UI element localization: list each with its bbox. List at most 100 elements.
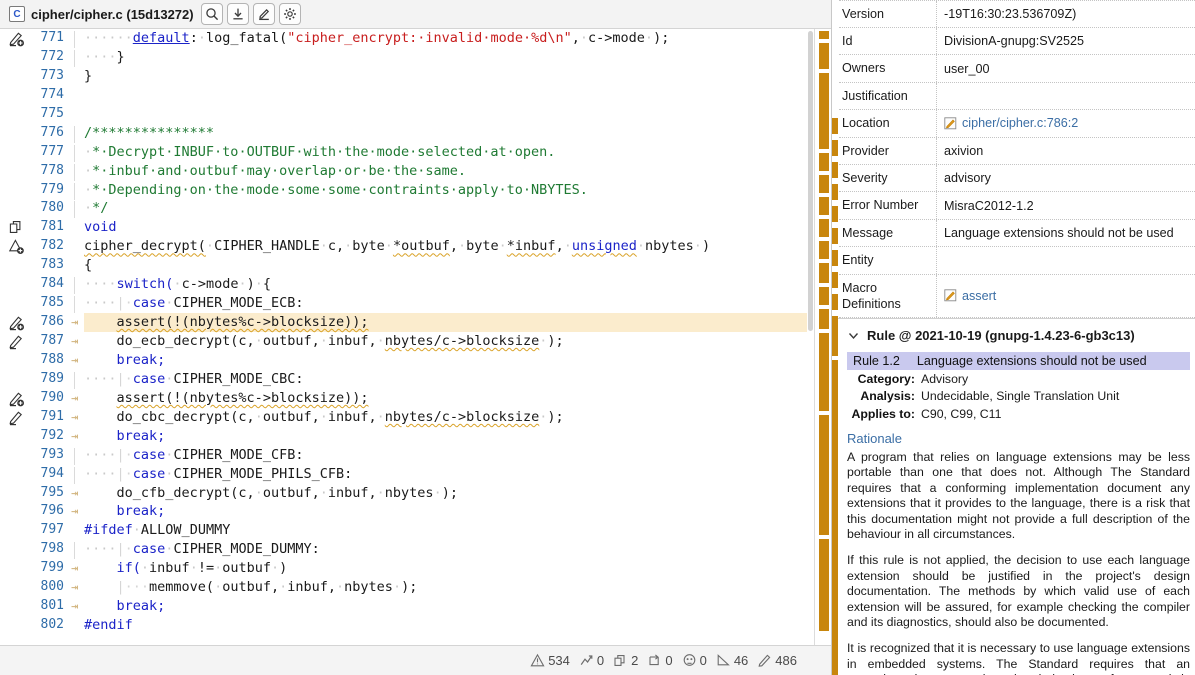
gutter-row[interactable] xyxy=(0,521,36,540)
fold-row[interactable] xyxy=(70,446,84,465)
annotation-minimap[interactable] xyxy=(814,29,831,645)
fold-row[interactable] xyxy=(70,162,84,181)
gutter-row[interactable] xyxy=(0,124,36,143)
property-value[interactable]: assert xyxy=(937,275,1195,317)
gutter-row[interactable] xyxy=(0,446,36,465)
fold-row[interactable] xyxy=(70,275,84,295)
minimap-marker[interactable] xyxy=(819,31,829,39)
fold-row[interactable] xyxy=(70,124,84,143)
gutter-row[interactable] xyxy=(0,578,36,597)
gutter-row[interactable] xyxy=(0,256,36,275)
gutter-row[interactable] xyxy=(0,67,36,86)
fold-row[interactable] xyxy=(70,237,84,256)
status-cycles[interactable]: 0 xyxy=(647,653,673,668)
status-defects[interactable]: 0 xyxy=(682,653,707,668)
code-area[interactable]: 771 772 773 774 775 776 777 778 779 780 781 782 783 7… xyxy=(0,29,831,645)
gutter-icon-column[interactable] xyxy=(0,29,36,645)
code-line[interactable]: } xyxy=(84,67,831,86)
gutter-row[interactable] xyxy=(0,218,36,237)
code-line[interactable]: ····switch(·c->mode·)·{ xyxy=(84,275,831,294)
gutter-row[interactable] xyxy=(0,162,36,181)
fold-row[interactable]: ⇥ xyxy=(70,559,84,578)
gutter-row[interactable] xyxy=(0,389,36,408)
fold-row[interactable] xyxy=(70,294,84,314)
code-line[interactable] xyxy=(84,105,831,124)
fold-row[interactable] xyxy=(70,86,84,105)
code-line[interactable]: do_cfb_decrypt(c,·outbuf,·inbuf,·nbytes·… xyxy=(84,484,831,503)
minimap-marker[interactable] xyxy=(819,263,829,283)
fold-row[interactable] xyxy=(70,181,84,200)
code-line[interactable]: /*************** xyxy=(84,124,831,143)
gutter-row[interactable] xyxy=(0,616,36,635)
code-line[interactable]: do_cbc_decrypt(c,·outbuf,·inbuf,·nbytes/… xyxy=(84,408,831,427)
gear-icon[interactable] xyxy=(278,3,301,25)
gutter-row[interactable] xyxy=(0,237,36,256)
minimap-marker[interactable] xyxy=(819,175,829,193)
property-value-link[interactable]: cipher/cipher.c:786:2 xyxy=(962,115,1078,131)
rule-section-header[interactable]: Rule @ 2021-10-19 (gnupg-1.4.23-6-gb3c13… xyxy=(839,319,1195,352)
gutter-row[interactable] xyxy=(0,181,36,200)
minimap-marker[interactable] xyxy=(819,197,829,215)
fold-row[interactable]: ⇥ xyxy=(70,389,84,408)
fold-row[interactable]: ⇥ xyxy=(70,484,84,503)
code-line[interactable]: ·*·Decrypt·INBUF·to·OUTBUF·with·the·mode… xyxy=(84,143,831,162)
code-line[interactable]: ····|·case·CIPHER_MODE_CFB: xyxy=(84,446,831,465)
gutter-row[interactable] xyxy=(0,105,36,124)
minimap-marker[interactable] xyxy=(819,241,829,259)
gutter-row[interactable] xyxy=(0,29,36,48)
code-line[interactable]: cipher_decrypt(·CIPHER_HANDLE·c,·byte·*o… xyxy=(84,237,831,256)
download-icon[interactable] xyxy=(226,3,249,25)
minimap-marker[interactable] xyxy=(819,129,829,149)
code-line[interactable]: ·*·inbuf·and·outbuf·may·overlap·or·be·th… xyxy=(84,162,831,181)
gutter-row[interactable] xyxy=(0,86,36,105)
gutter-row[interactable] xyxy=(0,275,36,294)
minimap-marker[interactable] xyxy=(819,539,829,631)
status-edits[interactable]: 486 xyxy=(757,653,797,668)
minimap-marker[interactable] xyxy=(819,309,829,329)
code-line[interactable]: assert(!(nbytes%c->blocksize)); xyxy=(84,389,831,408)
fold-row[interactable] xyxy=(70,465,84,484)
gutter-row[interactable] xyxy=(0,143,36,162)
minimap-marker[interactable] xyxy=(819,333,829,411)
fold-row[interactable] xyxy=(70,105,84,124)
editor-scrollbar[interactable] xyxy=(807,29,814,645)
gutter-row[interactable] xyxy=(0,370,36,389)
fold-row[interactable] xyxy=(70,540,84,560)
edit-icon[interactable] xyxy=(252,3,275,25)
fold-row[interactable]: ⇥ xyxy=(70,408,84,427)
minimap-marker[interactable] xyxy=(819,287,829,305)
code-line[interactable]: do_ecb_decrypt(c,·outbuf,·inbuf,·nbytes/… xyxy=(84,332,831,351)
minimap-marker[interactable] xyxy=(819,415,829,535)
fold-row[interactable]: ⇥ xyxy=(70,351,84,370)
minimap-marker[interactable] xyxy=(819,43,829,69)
fold-row[interactable]: ⇥ xyxy=(70,502,84,521)
code-line[interactable]: break; xyxy=(84,502,831,521)
code-line[interactable]: void xyxy=(84,218,831,237)
code-line[interactable]: ······default:·log_fatal("cipher_encrypt… xyxy=(84,29,831,48)
gutter-row[interactable] xyxy=(0,199,36,218)
fold-row[interactable] xyxy=(70,48,84,67)
gutter-row[interactable] xyxy=(0,597,36,616)
code-line[interactable]: break; xyxy=(84,351,831,370)
minimap-marker[interactable] xyxy=(819,73,829,129)
code-text[interactable]: ······default:·log_fatal("cipher_encrypt… xyxy=(84,29,831,645)
code-line[interactable]: { xyxy=(84,256,831,275)
gutter-row[interactable] xyxy=(0,48,36,67)
code-line[interactable]: ····|·case·CIPHER_MODE_PHILS_CFB: xyxy=(84,465,831,484)
code-line[interactable]: ·*·Depending·on·the·mode·some·some·contr… xyxy=(84,181,831,200)
fold-row[interactable]: ⇥ xyxy=(70,427,84,446)
fold-row[interactable] xyxy=(70,521,84,540)
gutter-row[interactable] xyxy=(0,408,36,427)
gutter-row[interactable] xyxy=(0,465,36,484)
gutter-row[interactable] xyxy=(0,427,36,446)
fold-row[interactable] xyxy=(70,616,84,635)
fold-row[interactable] xyxy=(70,370,84,389)
gutter-row[interactable] xyxy=(0,351,36,370)
fold-row[interactable] xyxy=(70,143,84,162)
fold-row[interactable]: ⇥ xyxy=(70,578,84,597)
code-line[interactable]: ····} xyxy=(84,48,831,67)
gutter-row[interactable] xyxy=(0,294,36,313)
code-line[interactable]: ····|·case·CIPHER_MODE_ECB: xyxy=(84,294,831,313)
gutter-row[interactable] xyxy=(0,502,36,521)
minimap-marker[interactable] xyxy=(819,219,829,237)
